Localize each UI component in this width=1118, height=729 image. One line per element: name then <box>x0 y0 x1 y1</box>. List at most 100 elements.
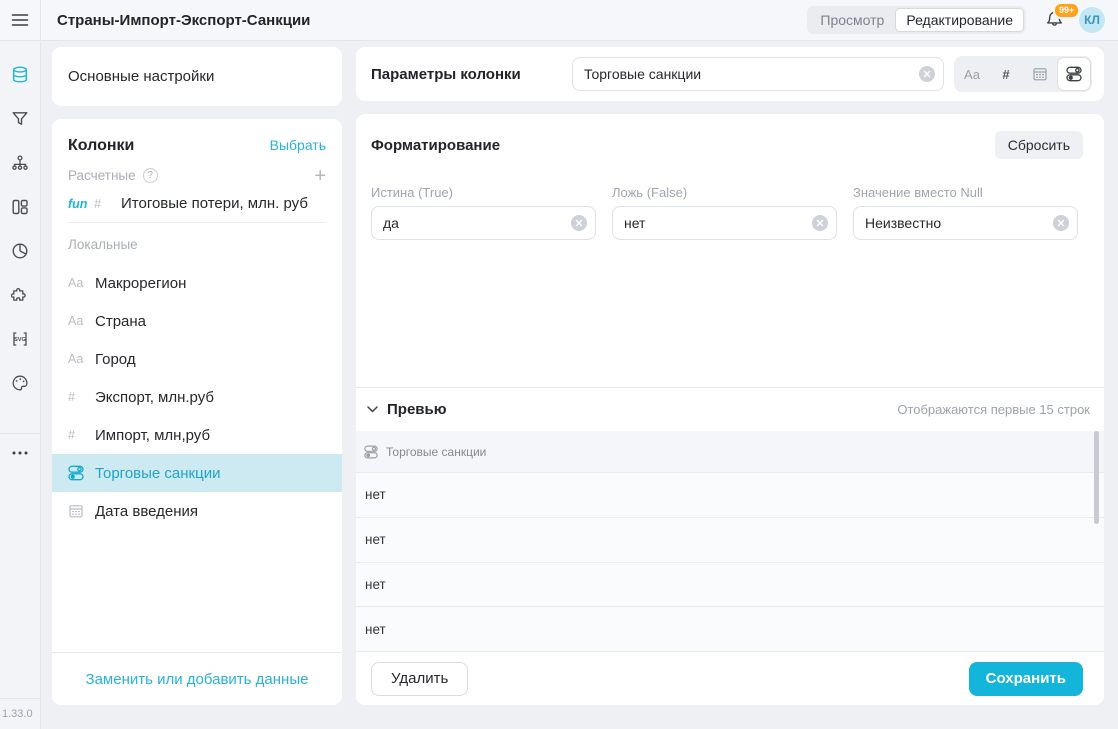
type-boolean-button[interactable] <box>1057 57 1091 91</box>
column-name-input[interactable] <box>572 57 944 91</box>
notification-badge: 99+ <box>1053 2 1080 19</box>
palette-icon <box>11 374 29 392</box>
main-settings-card[interactable]: Основные настройки <box>52 47 342 106</box>
column-params-title: Параметры колонки <box>371 66 572 83</box>
save-button[interactable]: Сохранить <box>969 662 1083 696</box>
calendar-icon <box>68 503 86 519</box>
column-item-selected[interactable]: Торговые санкции <box>52 454 342 492</box>
puzzle-icon <box>11 286 29 304</box>
column-item[interactable]: Aa Страна <box>52 302 342 340</box>
chevron-down-icon[interactable] <box>367 406 378 413</box>
clear-icon[interactable] <box>919 66 935 82</box>
true-value-input[interactable] <box>371 206 596 240</box>
svg-text:SVG: SVG <box>14 337 26 343</box>
number-type-icon: # <box>94 196 112 211</box>
preview-column-header: Торговые санкции <box>356 431 1104 473</box>
string-type-icon: Aa <box>68 352 86 366</box>
select-columns-link[interactable]: Выбрать <box>270 137 326 153</box>
function-icon: fun <box>68 197 94 211</box>
number-type-icon: # <box>68 390 86 404</box>
formatting-section: Форматирование Сбросить Истина (True) <box>356 114 1104 387</box>
icon-rail: SVG 1.33.0 <box>0 42 41 729</box>
layout-nav-button[interactable] <box>0 185 40 229</box>
preview-title: Превью <box>387 401 447 418</box>
database-icon <box>11 66 29 84</box>
table-row: нет <box>356 607 1104 652</box>
help-icon[interactable]: ? <box>143 168 158 183</box>
clear-icon[interactable] <box>812 215 828 231</box>
preview-table: нет нет нет нет <box>356 473 1104 652</box>
clear-icon[interactable] <box>571 215 587 231</box>
editor-footer: Удалить Сохранить <box>356 652 1104 705</box>
table-row: нет <box>356 563 1104 608</box>
null-value-input[interactable] <box>853 206 1078 240</box>
boolean-type-icon <box>68 465 86 481</box>
column-item[interactable]: # Экспорт, млн.руб <box>52 378 342 416</box>
avatar[interactable]: КЛ <box>1079 7 1105 33</box>
column-item[interactable]: Дата введения <box>52 492 342 530</box>
main-panel: Параметры колонки Aa # <box>356 47 1104 705</box>
type-date-button[interactable] <box>1023 57 1057 91</box>
app-version: 1.33.0 <box>0 698 40 729</box>
plugins-nav-button[interactable] <box>0 273 40 317</box>
ellipsis-icon <box>12 451 28 455</box>
type-string-button[interactable]: Aa <box>955 57 989 91</box>
hierarchy-nav-button[interactable] <box>0 141 40 185</box>
local-section-label: Локальные <box>52 223 342 264</box>
page-title: Страны-Импорт-Экспорт-Санкции <box>57 12 310 29</box>
column-item[interactable]: # Импорт, млн,руб <box>52 416 342 454</box>
topbar-actions: Просмотр Редактирование 99+ КЛ <box>807 6 1118 34</box>
add-calculated-column-button[interactable]: + <box>314 169 326 183</box>
replace-data-link[interactable]: Заменить или добавить данные <box>86 671 309 688</box>
chart-nav-button[interactable] <box>0 229 40 273</box>
dataset-nav-button[interactable] <box>0 53 40 97</box>
column-editor-card: Форматирование Сбросить Истина (True) <box>356 114 1104 705</box>
preview-scrollbar[interactable] <box>1094 431 1099 524</box>
formatting-title: Форматирование <box>371 137 500 154</box>
type-number-button[interactable]: # <box>989 57 1023 91</box>
delete-button[interactable]: Удалить <box>371 662 468 696</box>
content-area: Основные настройки Колонки Выбрать Расче… <box>41 42 1118 729</box>
preview-header: Превью Отображаются первые 15 строк <box>356 388 1104 431</box>
main-settings-label: Основные настройки <box>68 68 214 85</box>
reset-button[interactable]: Сбросить <box>995 131 1083 159</box>
topbar: Страны-Импорт-Экспорт-Санкции Просмотр Р… <box>0 0 1118 41</box>
false-value-field: Ложь (False) <box>612 185 837 240</box>
calendar-icon <box>1032 66 1048 82</box>
true-value-field: Истина (True) <box>371 185 596 240</box>
column-params-card: Параметры колонки Aa # <box>356 47 1104 101</box>
pie-chart-icon <box>11 242 29 260</box>
string-type-icon: Aa <box>68 276 86 290</box>
mode-edit-button[interactable]: Редактирование <box>895 8 1024 32</box>
hamburger-icon <box>11 11 29 29</box>
notifications-button[interactable]: 99+ <box>1045 10 1064 30</box>
panel-footer: Заменить или добавить данные <box>52 652 342 705</box>
mode-view-button[interactable]: Просмотр <box>809 8 895 32</box>
filter-icon <box>11 110 29 128</box>
hamburger-menu-button[interactable] <box>0 0 41 40</box>
column-type-switch: Aa # <box>954 56 1092 92</box>
mode-switch: Просмотр Редактирование <box>807 6 1026 34</box>
number-type-icon: # <box>68 428 86 442</box>
column-item-calculated[interactable]: fun # Итоговые потери, млн. руб <box>52 183 342 222</box>
more-nav-button[interactable] <box>0 434 40 472</box>
svg-icon: SVG <box>11 330 29 348</box>
left-panel: Основные настройки Колонки Выбрать Расче… <box>52 47 342 705</box>
boolean-type-icon <box>364 445 378 459</box>
false-value-input[interactable] <box>612 206 837 240</box>
column-item[interactable]: Aa Город <box>52 340 342 378</box>
filter-nav-button[interactable] <box>0 97 40 141</box>
null-value-field: Значение вместо Null <box>853 185 1078 240</box>
palette-nav-button[interactable] <box>0 361 40 405</box>
clear-icon[interactable] <box>1053 215 1069 231</box>
table-row: нет <box>356 473 1104 518</box>
hierarchy-icon <box>11 154 29 172</box>
preview-rows-note: Отображаются первые 15 строк <box>897 402 1090 417</box>
columns-card: Колонки Выбрать Расчетные ? + fun # Итог… <box>52 119 342 705</box>
columns-title: Колонки <box>68 137 134 155</box>
calculated-section-label: Расчетные <box>68 168 136 183</box>
svg-editor-nav-button[interactable]: SVG <box>0 317 40 361</box>
column-item[interactable]: Aa Макрорегион <box>52 264 342 302</box>
string-type-icon: Aa <box>68 314 86 328</box>
boolean-type-icon <box>1066 66 1082 82</box>
